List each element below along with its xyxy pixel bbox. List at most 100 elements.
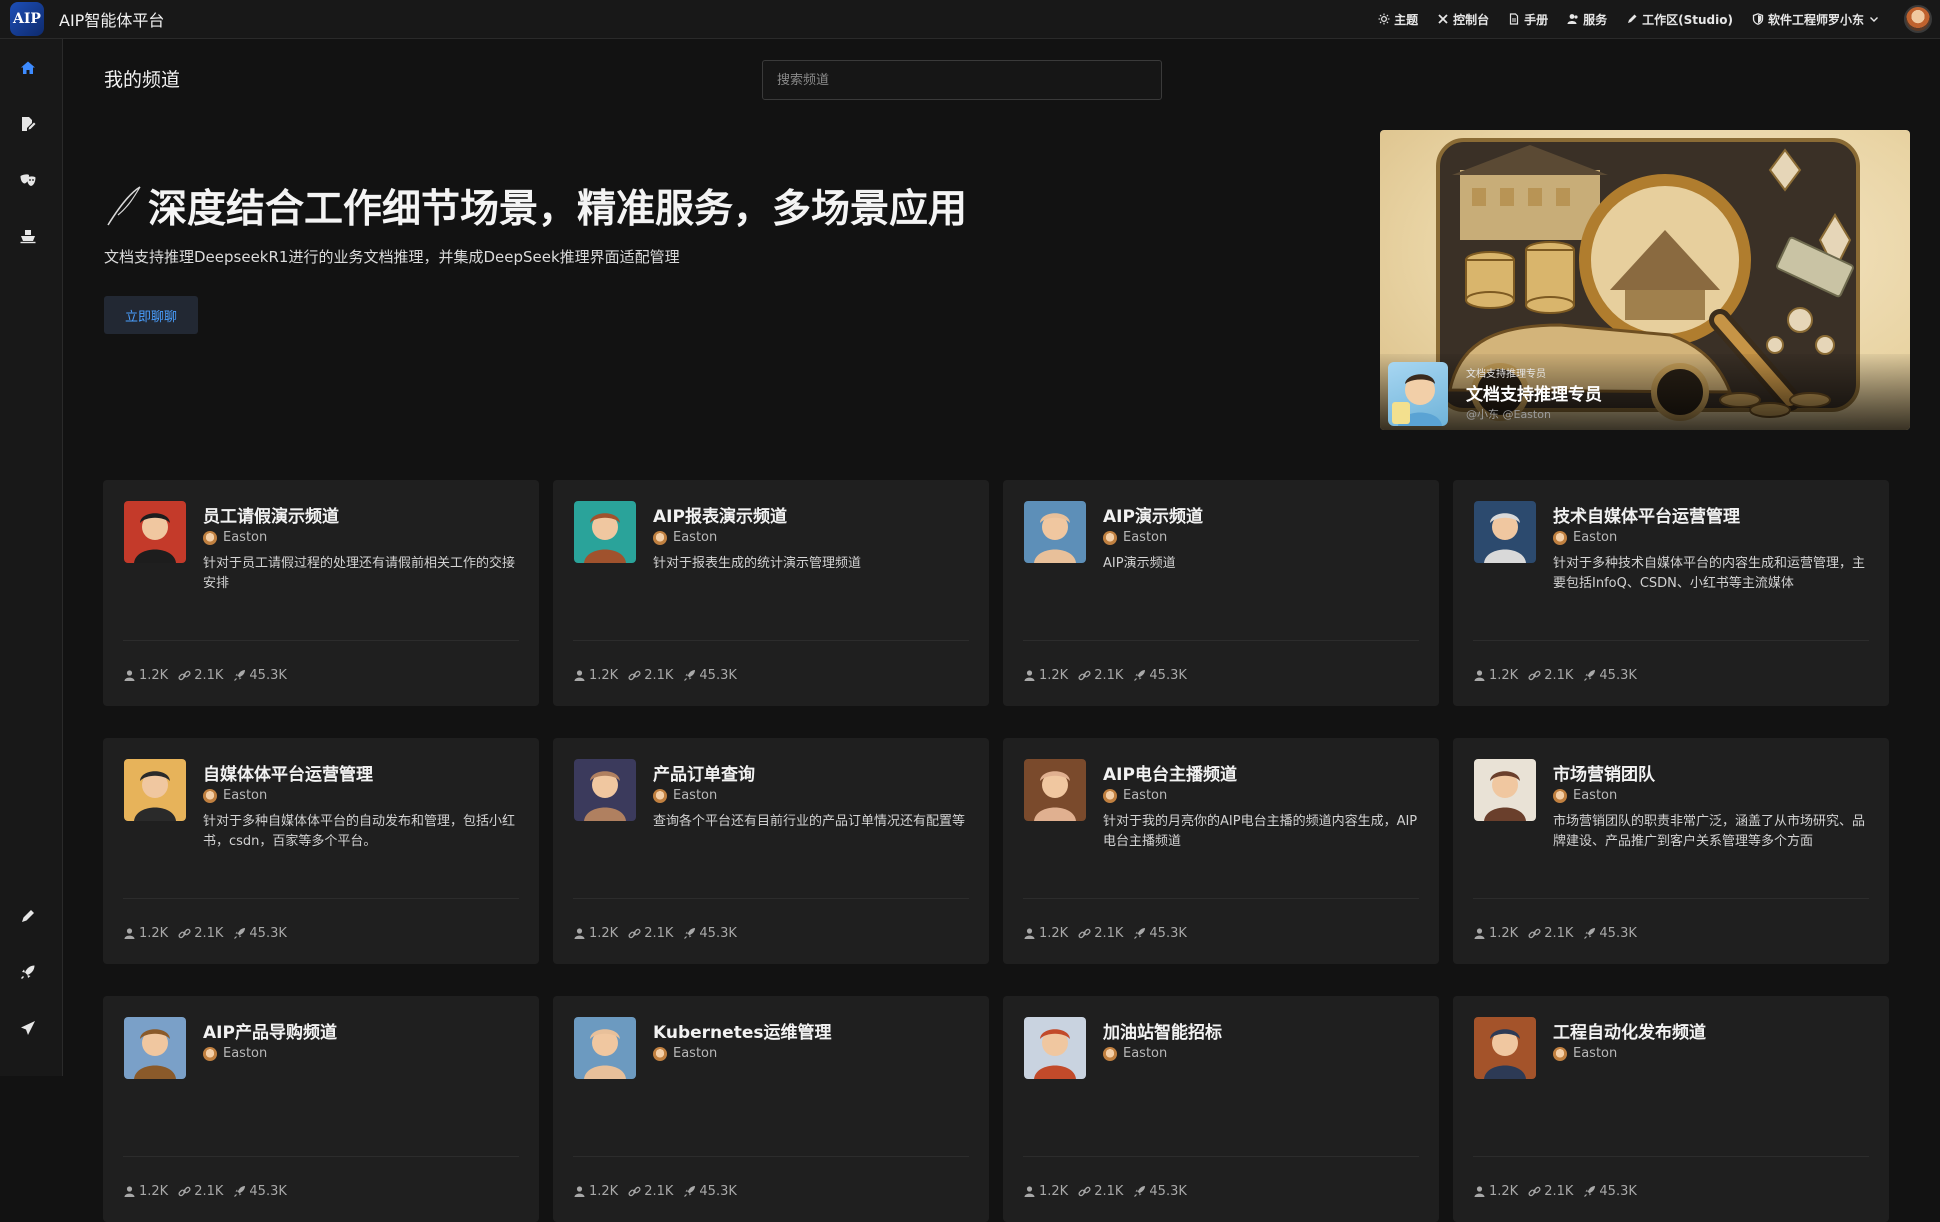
send-icon[interactable] bbox=[19, 1019, 37, 1037]
links-stat: 2.1K bbox=[628, 1184, 673, 1199]
links-count: 2.1K bbox=[1094, 668, 1124, 683]
user-icon bbox=[124, 670, 135, 681]
chevron-down-icon bbox=[1870, 17, 1878, 22]
channel-card[interactable]: 产品订单查询 Easton 查询各个平台还有目前行业的产品订单情况还有配置等 1… bbox=[553, 738, 989, 964]
rocket-icon bbox=[684, 1186, 696, 1197]
links-count: 2.1K bbox=[644, 1184, 674, 1199]
channel-title: 产品订单查询 bbox=[653, 765, 755, 785]
banner-kicker: 文档支持推理专员 bbox=[1466, 369, 1546, 380]
members-count: 1.2K bbox=[139, 668, 169, 683]
channel-avatar bbox=[1024, 1017, 1086, 1079]
channel-avatar bbox=[574, 1017, 636, 1079]
channel-card[interactable]: 员工请假演示频道 Easton 针对于员工请假过程的处理还有请假前相关工作的交接… bbox=[103, 480, 539, 706]
chat-now-button[interactable]: 立即聊聊 bbox=[104, 296, 198, 334]
banner-author: @小东 @Easton bbox=[1466, 408, 1551, 421]
posts-count: 45.3K bbox=[249, 926, 287, 941]
links-count: 2.1K bbox=[644, 668, 674, 683]
channel-title: AIP报表演示频道 bbox=[653, 507, 787, 527]
members-stat: 1.2K bbox=[123, 1184, 168, 1199]
channel-title: 工程自动化发布频道 bbox=[1553, 1023, 1706, 1043]
nav-services-label: 服务 bbox=[1583, 12, 1608, 27]
channel-card[interactable]: AIP演示频道 Easton AIP演示频道 1.2K 2.1K 45.3K bbox=[1003, 480, 1439, 706]
posts-count: 45.3K bbox=[699, 926, 737, 941]
channel-stats: 1.2K 2.1K 45.3K bbox=[123, 926, 287, 941]
links-count: 2.1K bbox=[1094, 926, 1124, 941]
links-stat: 2.1K bbox=[1528, 926, 1573, 941]
posts-stat: 45.3K bbox=[1583, 1184, 1637, 1199]
user-icon bbox=[1474, 1186, 1485, 1197]
channel-description: AIP演示频道 bbox=[1103, 556, 1176, 571]
author-avatar-icon bbox=[203, 530, 217, 545]
channel-card[interactable]: AIP产品导购频道 Easton 1.2K 2.1K 45.3K bbox=[103, 996, 539, 1222]
channel-author: Easton bbox=[1103, 788, 1167, 803]
author-name: Easton bbox=[1123, 530, 1168, 545]
user-icon bbox=[124, 1186, 135, 1197]
channel-card[interactable]: 自媒体体平台运营管理 Easton 针对于多种自媒体体平台的自动发布和管理，包括… bbox=[103, 738, 539, 964]
links-count: 2.1K bbox=[194, 668, 224, 683]
channel-card[interactable]: 市场营销团队 Easton 市场营销团队的职责非常广泛，涵盖了从市场研究、品牌建… bbox=[1453, 738, 1889, 964]
author-name: Easton bbox=[1573, 530, 1618, 545]
app-logo[interactable]: AIP bbox=[10, 2, 44, 36]
home-icon[interactable] bbox=[19, 59, 37, 77]
channel-author: Easton bbox=[203, 530, 267, 545]
members-count: 1.2K bbox=[589, 926, 619, 941]
rocket-icon bbox=[1584, 670, 1596, 681]
members-stat: 1.2K bbox=[573, 668, 618, 683]
pen-icon[interactable] bbox=[19, 907, 37, 925]
nav-manual[interactable]: 手册 bbox=[1508, 11, 1548, 28]
card-divider bbox=[123, 1156, 519, 1157]
nav-studio[interactable]: 工作区(Studio) bbox=[1626, 11, 1733, 28]
channel-stats: 1.2K 2.1K 45.3K bbox=[1473, 1184, 1637, 1199]
channel-card[interactable]: 技术自媒体平台运营管理 Easton 针对于多种技术自媒体平台的内容生成和运营管… bbox=[1453, 480, 1889, 706]
channel-title: 加油站智能招标 bbox=[1103, 1023, 1222, 1043]
channel-card[interactable]: AIP报表演示频道 Easton 针对于报表生成的统计演示管理频道 1.2K 2… bbox=[553, 480, 989, 706]
channel-avatar bbox=[124, 759, 186, 821]
author-name: Easton bbox=[673, 1046, 718, 1061]
rocket-icon bbox=[234, 670, 246, 681]
channel-avatar bbox=[1474, 759, 1536, 821]
author-name: Easton bbox=[223, 788, 268, 803]
rocket-icon[interactable] bbox=[19, 963, 37, 981]
nav-user-label: 软件工程师罗小东 bbox=[1767, 12, 1864, 27]
nav-theme-label: 主题 bbox=[1394, 12, 1419, 27]
link-icon bbox=[628, 1186, 641, 1197]
user-avatar[interactable] bbox=[1904, 5, 1932, 33]
channel-author: Easton bbox=[203, 1046, 267, 1061]
featured-channel-banner[interactable]: 文档支持推理专员 文档支持推理专员 @小东 @Easton bbox=[1380, 130, 1910, 430]
channel-card[interactable]: 工程自动化发布频道 Easton 1.2K 2.1K 45.3K bbox=[1453, 996, 1889, 1222]
channel-stats: 1.2K 2.1K 45.3K bbox=[1023, 926, 1187, 941]
posts-stat: 45.3K bbox=[1583, 926, 1637, 941]
posts-stat: 45.3K bbox=[683, 926, 737, 941]
user-icon bbox=[574, 928, 585, 939]
channel-avatar bbox=[124, 1017, 186, 1079]
user-icon bbox=[574, 670, 585, 681]
nav-user-menu[interactable]: 软件工程师罗小东 bbox=[1752, 11, 1880, 28]
links-count: 2.1K bbox=[194, 1184, 224, 1199]
edit-document-icon[interactable] bbox=[19, 115, 37, 133]
channel-card[interactable]: AIP电台主播频道 Easton 针对于我的月亮你的AIP电台主播的频道内容生成… bbox=[1003, 738, 1439, 964]
author-avatar-icon bbox=[1103, 1046, 1117, 1061]
author-avatar-icon bbox=[653, 530, 667, 545]
members-count: 1.2K bbox=[1039, 668, 1069, 683]
channel-stats: 1.2K 2.1K 45.3K bbox=[1473, 668, 1637, 683]
channel-avatar bbox=[1024, 501, 1086, 563]
channel-card[interactable]: 加油站智能招标 Easton 1.2K 2.1K 45.3K bbox=[1003, 996, 1439, 1222]
channel-card[interactable]: Kubernetes运维管理 Easton 1.2K 2.1K 45.3K bbox=[553, 996, 989, 1222]
members-stat: 1.2K bbox=[1473, 1184, 1518, 1199]
nav-console[interactable]: 控制台 bbox=[1437, 11, 1489, 28]
link-icon bbox=[1528, 928, 1541, 939]
mask-icon[interactable] bbox=[19, 171, 37, 189]
nav-theme[interactable]: 主题 bbox=[1378, 11, 1418, 28]
posts-stat: 45.3K bbox=[233, 1184, 287, 1199]
channel-title: 自媒体体平台运营管理 bbox=[203, 765, 373, 785]
channel-stats: 1.2K 2.1K 45.3K bbox=[573, 1184, 737, 1199]
search-input[interactable] bbox=[762, 60, 1162, 100]
top-bar: AIP AIP智能体平台 主题 控制台 手册 服务 工作区(Studio) 软件… bbox=[0, 0, 1940, 39]
user-icon bbox=[1474, 928, 1485, 939]
posts-count: 45.3K bbox=[1599, 668, 1637, 683]
author-avatar-icon bbox=[1553, 530, 1567, 545]
card-divider bbox=[573, 1156, 969, 1157]
nav-services[interactable]: 服务 bbox=[1567, 11, 1607, 28]
ship-icon[interactable] bbox=[19, 227, 37, 245]
members-stat: 1.2K bbox=[1473, 926, 1518, 941]
